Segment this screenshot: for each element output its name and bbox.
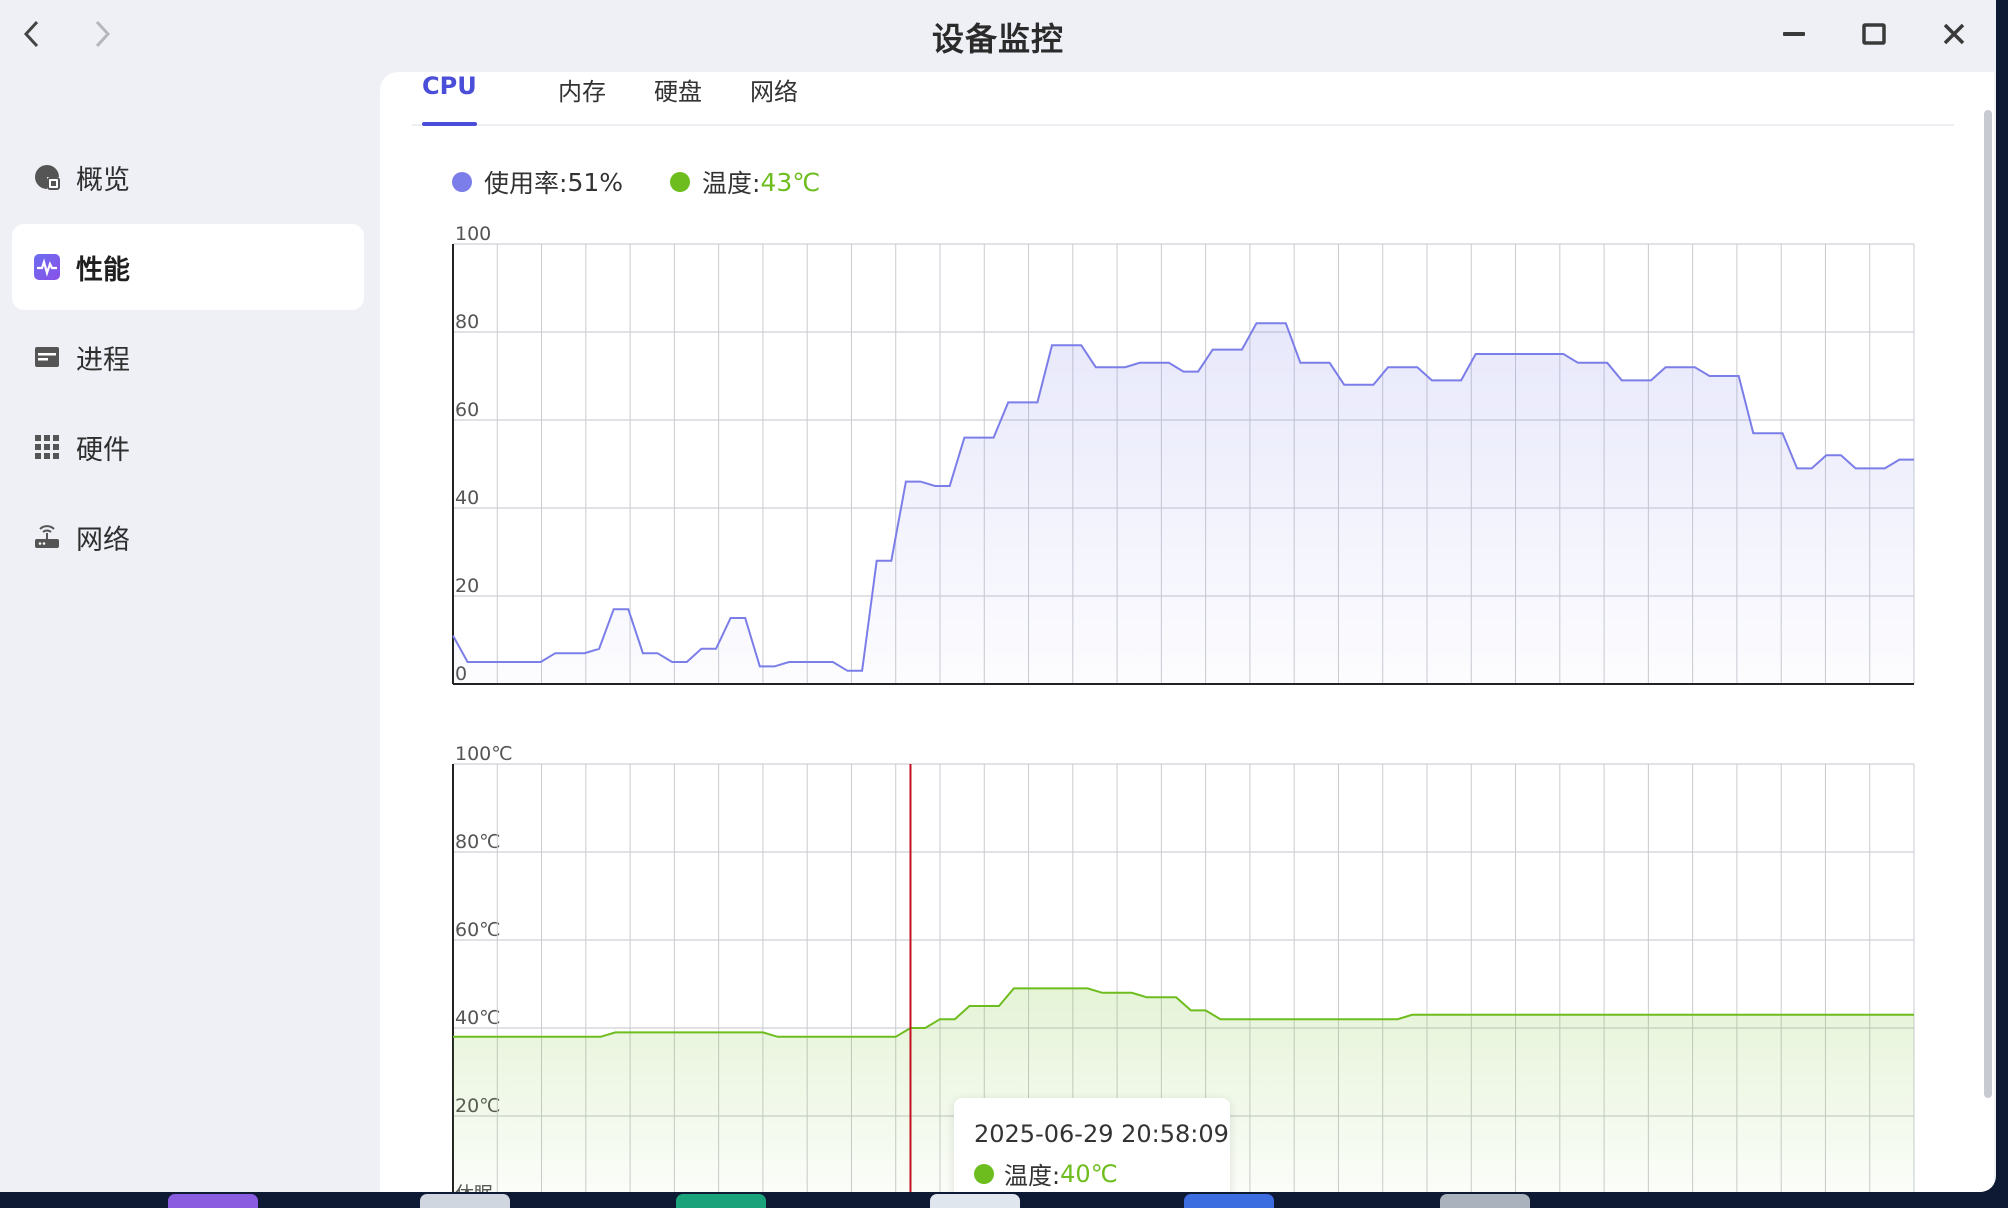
tooltip-time: 2025-06-29 20:58:09 (974, 1120, 1229, 1148)
main-content: CPU 内存 硬盘 网络 使用率: 51% 温度: 43℃ 100 80 60 40 2… (380, 72, 1994, 1192)
dock-item[interactable] (420, 1194, 510, 1208)
sidebar-item-process[interactable]: 进程 (12, 314, 364, 400)
minimize-button[interactable] (1770, 12, 1818, 56)
sidebar-item-label: 网络 (76, 524, 130, 556)
tooltip-value: 40℃ (1060, 1159, 1118, 1188)
chart-tooltip: 2025-06-29 20:58:09 温度: 40℃ (954, 1098, 1230, 1192)
tooltip-dot (974, 1163, 994, 1184)
y-tick-label: 100℃ (455, 743, 513, 765)
desktop-dock (0, 1192, 2008, 1208)
maximize-icon (1862, 23, 1886, 45)
window-title: 设备监控 (931, 20, 1064, 58)
vertical-scrollbar[interactable] (1984, 110, 1992, 1098)
dock-item[interactable] (168, 1194, 258, 1208)
hardware-icon (35, 435, 59, 459)
y-tick-label: 80 (455, 311, 479, 333)
sidebar-item-label: 进程 (76, 344, 130, 376)
dock-item[interactable] (1184, 1194, 1274, 1208)
sidebar: 概览 性能 进程 硬件 网络 (12, 134, 364, 584)
y-tick-label: 40 (455, 487, 479, 509)
tooltip-row: 温度: 40℃ (974, 1156, 1118, 1191)
sidebar-item-label: 性能 (76, 254, 130, 286)
overview-icon (35, 165, 60, 190)
close-button[interactable] (1930, 12, 1978, 56)
y-tick-label: 80℃ (455, 831, 501, 853)
y-tick-label: 60℃ (455, 919, 501, 941)
sidebar-item-performance[interactable]: 性能 (12, 224, 364, 310)
dock-item[interactable] (1440, 1194, 1530, 1208)
y-tick-label: 60 (455, 399, 479, 421)
sidebar-item-overview[interactable]: 概览 (12, 134, 364, 220)
process-icon (35, 347, 59, 367)
y-tick-label: 20 (455, 575, 479, 597)
close-icon (1943, 23, 1965, 45)
app-window: 设备监控 概览 性能 进程 硬件 网络 CPU 内存 硬盘 网络 使用率: 51… (0, 0, 1996, 1192)
maximize-button[interactable] (1850, 12, 1898, 56)
sidebar-item-hardware[interactable]: 硬件 (12, 404, 364, 490)
y-tick-label: 40℃ (455, 1007, 501, 1029)
usage-area (453, 323, 1914, 684)
y-tick-label: 100 (455, 223, 491, 245)
sidebar-item-network[interactable]: 网络 (12, 494, 364, 580)
performance-icon (34, 254, 60, 280)
sidebar-item-label: 概览 (76, 164, 130, 196)
dock-item[interactable] (676, 1194, 766, 1208)
sidebar-item-label: 硬件 (76, 434, 130, 466)
network-icon (35, 525, 59, 548)
performance-charts: 100806040200100℃80℃60℃40℃20℃休眠 (452, 223, 1915, 1192)
title-bar: 设备监控 (0, 0, 1996, 72)
tooltip-label: 温度: (1004, 1162, 1061, 1190)
dock-item[interactable] (930, 1194, 1020, 1208)
minimize-icon (1783, 32, 1805, 36)
